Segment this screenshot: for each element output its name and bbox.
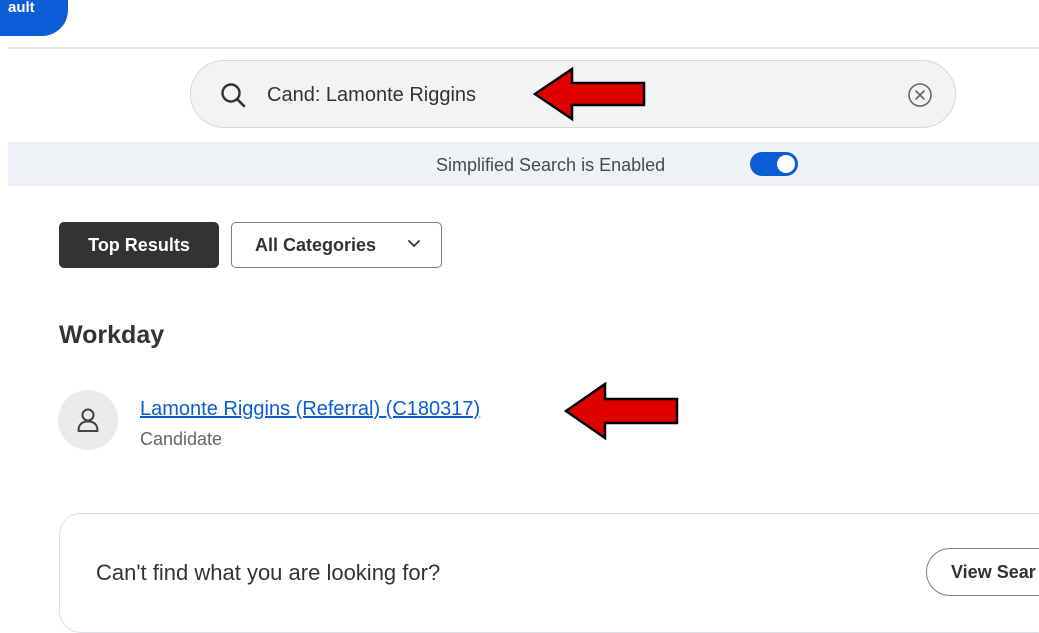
simplified-search-label: Simplified Search is Enabled	[436, 155, 666, 175]
cant-find-text: Can't find what you are looking for?	[96, 560, 441, 585]
top-divider	[8, 47, 1039, 49]
result-subtitle: Candidate	[140, 429, 223, 449]
default-tab-label: ault	[8, 0, 35, 16]
annotation-arrow-search-icon	[532, 66, 646, 122]
results-section-title: Workday	[59, 321, 165, 349]
all-categories-dropdown[interactable]: All Categories	[231, 222, 442, 268]
chevron-down-icon	[408, 240, 420, 247]
simplified-search-toggle[interactable]	[750, 152, 798, 176]
clear-search-icon[interactable]	[907, 82, 933, 108]
view-search-button[interactable]: View Sear	[926, 548, 1039, 596]
annotation-arrow-result-icon	[563, 381, 679, 441]
top-bar: ault	[0, 0, 1039, 48]
person-icon	[77, 408, 99, 432]
all-categories-label: All Categories	[255, 234, 377, 255]
search-icon[interactable]	[219, 81, 247, 109]
simplified-search-banner: Simplified Search is Enabled	[8, 142, 1039, 186]
top-results-button[interactable]: Top Results	[59, 222, 219, 268]
toggle-knob	[777, 155, 795, 173]
avatar	[58, 390, 118, 450]
search-input[interactable]	[267, 82, 767, 108]
result-link-candidate[interactable]: Lamonte Riggins (Referral) (C180317)	[140, 396, 480, 422]
default-tab-button[interactable]: ault	[0, 0, 68, 36]
cant-find-card: Can't find what you are looking for? Vie…	[59, 513, 1039, 633]
